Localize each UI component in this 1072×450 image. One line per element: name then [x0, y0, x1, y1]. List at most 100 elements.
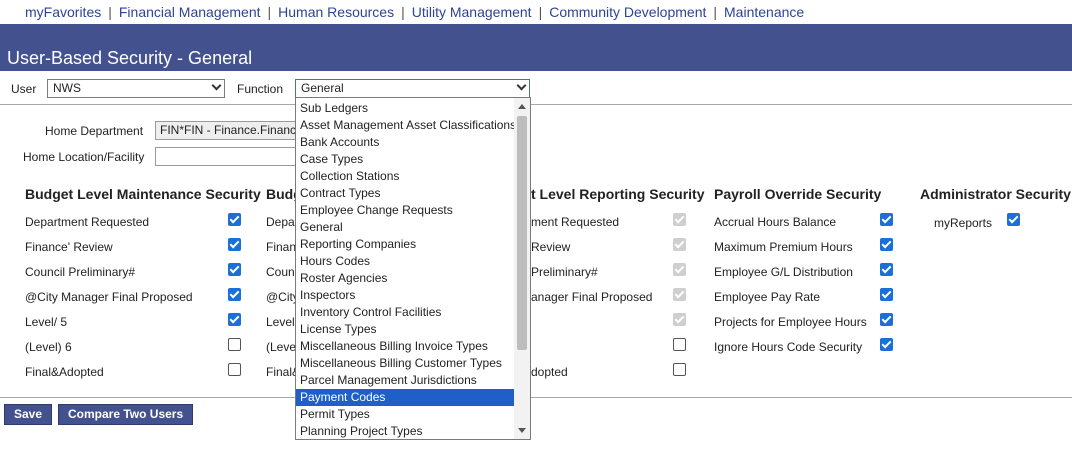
permission-row: Review [531, 237, 691, 257]
permission-checkbox[interactable] [880, 288, 893, 301]
permission-checkbox[interactable] [880, 213, 893, 226]
permission-checkbox[interactable] [673, 338, 686, 351]
permission-checkbox[interactable] [673, 263, 686, 276]
nav-separator: | [267, 4, 272, 20]
permission-checkbox[interactable] [228, 313, 241, 326]
permission-label: (Leve [266, 340, 297, 354]
user-select-value: NWS [53, 81, 81, 95]
dropdown-option[interactable]: Permit Types [296, 406, 514, 423]
dropdown-option[interactable]: Case Types [296, 151, 514, 168]
permission-checkbox[interactable] [673, 363, 686, 376]
dropdown-option[interactable]: Inspectors [296, 287, 514, 304]
permission-checkbox[interactable] [673, 238, 686, 251]
permission-checkbox[interactable] [1007, 213, 1020, 226]
permission-checkbox[interactable] [228, 288, 241, 301]
permission-checkbox[interactable] [880, 263, 893, 276]
dropdown-option[interactable]: Bank Accounts [296, 134, 514, 151]
permission-label: (Level) 6 [25, 340, 72, 354]
permission-checkbox[interactable] [880, 338, 893, 351]
app-root: myFavorites | Financial Management | Hum… [0, 0, 1072, 450]
permission-checkbox[interactable] [228, 263, 241, 276]
permission-label: @City Manager Final Proposed [25, 290, 193, 304]
nav-link-human-resources[interactable]: Human Resources [278, 4, 394, 20]
section-title: Budget Level Maintenance Security [25, 186, 261, 202]
chevron-down-icon [211, 80, 222, 91]
nav-link-community-development[interactable]: Community Development [549, 4, 706, 20]
permission-label: Depa [266, 215, 295, 229]
nav-link-maintenance[interactable]: Maintenance [724, 4, 804, 20]
permission-label: anager Final Proposed [531, 290, 653, 304]
payroll-override-section: Payroll Override Security Accrual Hours … [714, 186, 893, 354]
dropdown-option[interactable]: Hours Codes [296, 253, 514, 270]
home-department-field[interactable]: FIN*FIN - Finance.Financia [155, 121, 305, 140]
permission-row: dopted [531, 362, 691, 382]
permission-label: Employee Pay Rate [714, 290, 821, 304]
permission-label: Department Requested [25, 215, 150, 229]
dropdown-option[interactable]: Miscellaneous Billing Invoice Types [296, 338, 514, 355]
permission-label: Finance' Review [25, 240, 113, 254]
permission-row: Ignore Hours Code Security [714, 337, 894, 357]
dropdown-option[interactable]: Asset Management Asset Classifications [296, 117, 516, 134]
nav-separator: | [538, 4, 543, 20]
permission-checkbox[interactable] [673, 213, 686, 226]
top-nav: myFavorites | Financial Management | Hum… [0, 0, 1072, 24]
permission-row: anager Final Proposed [531, 287, 691, 307]
user-select[interactable]: NWS [47, 79, 225, 98]
dropdown-option[interactable]: General [296, 219, 514, 236]
permission-row: myReports [920, 213, 1030, 233]
permission-checkbox[interactable] [228, 213, 241, 226]
permission-row: Projects for Employee Hours [714, 312, 894, 332]
permission-checkbox[interactable] [880, 313, 893, 326]
permission-checkbox[interactable] [673, 288, 686, 301]
nav-link-financial-management[interactable]: Financial Management [119, 4, 261, 20]
scroll-up-arrow-icon[interactable] [518, 104, 526, 109]
permission-checkbox[interactable] [228, 338, 241, 351]
function-label: Function [237, 82, 284, 96]
dropdown-option[interactable]: Employee Change Requests [296, 202, 514, 219]
permission-checkbox[interactable] [228, 363, 241, 376]
home-location-field[interactable] [155, 147, 305, 166]
permission-checkbox[interactable] [880, 238, 893, 251]
dropdown-option[interactable]: Planning Project Types [296, 423, 514, 439]
dropdown-option[interactable]: Payment Codes [296, 389, 514, 406]
dropdown-option[interactable]: Parcel Management Jurisdictions [296, 372, 514, 389]
scrollbar-thumb[interactable] [517, 116, 527, 350]
dropdown-option[interactable]: License Types [296, 321, 514, 338]
permission-label: Accrual Hours Balance [714, 215, 837, 229]
dropdown-option[interactable]: Contract Types [296, 185, 514, 202]
dropdown-option[interactable]: Reporting Companies [296, 236, 514, 253]
permission-label: ment Requested [531, 215, 620, 229]
scroll-down-arrow-icon[interactable] [518, 428, 526, 433]
permission-row: Level/ 5 [25, 312, 245, 332]
section-title: Administrator Security [920, 186, 1071, 202]
permission-label: Maximum Premium Hours [714, 240, 853, 254]
compare-two-users-button[interactable]: Compare Two Users [58, 404, 194, 425]
dropdown-option[interactable]: Roster Agencies [296, 270, 514, 287]
permission-row: Council Preliminary# [25, 262, 245, 282]
function-dropdown-list[interactable]: Sub Ledgers Asset Management Asset Classi… [295, 97, 531, 440]
nav-link-myfavorites[interactable]: myFavorites [25, 4, 101, 20]
nav-separator: | [713, 4, 718, 20]
save-button[interactable]: Save [4, 404, 53, 425]
permission-label: Review [531, 240, 571, 254]
function-select[interactable]: General [295, 79, 530, 98]
dropdown-option[interactable]: Inventory Control Facilities [296, 304, 514, 321]
user-label: User [11, 82, 37, 96]
permission-label: dopted [531, 365, 568, 379]
nav-link-utility-management[interactable]: Utility Management [412, 4, 532, 20]
dropdown-option[interactable]: Miscellaneous Billing Customer Types [296, 355, 514, 372]
permission-label: Finan [266, 240, 297, 254]
permission-checkbox[interactable] [673, 313, 686, 326]
dropdown-option[interactable]: Collection Stations [296, 168, 514, 185]
permission-label: Level [266, 315, 295, 329]
dropdown-option[interactable]: Sub Ledgers [296, 100, 514, 117]
section-title: Payroll Override Security [714, 186, 882, 202]
permission-row [531, 312, 691, 332]
filter-bar: User NWS Function General [0, 71, 1072, 105]
nav-separator: | [401, 4, 405, 20]
permission-label: Preliminary# [531, 265, 598, 279]
dropdown-scrollbar[interactable] [514, 98, 530, 439]
page-title: User-Based Security - General [7, 48, 253, 68]
home-location-label: Home Location/Facility [23, 150, 145, 164]
permission-checkbox[interactable] [228, 238, 241, 251]
